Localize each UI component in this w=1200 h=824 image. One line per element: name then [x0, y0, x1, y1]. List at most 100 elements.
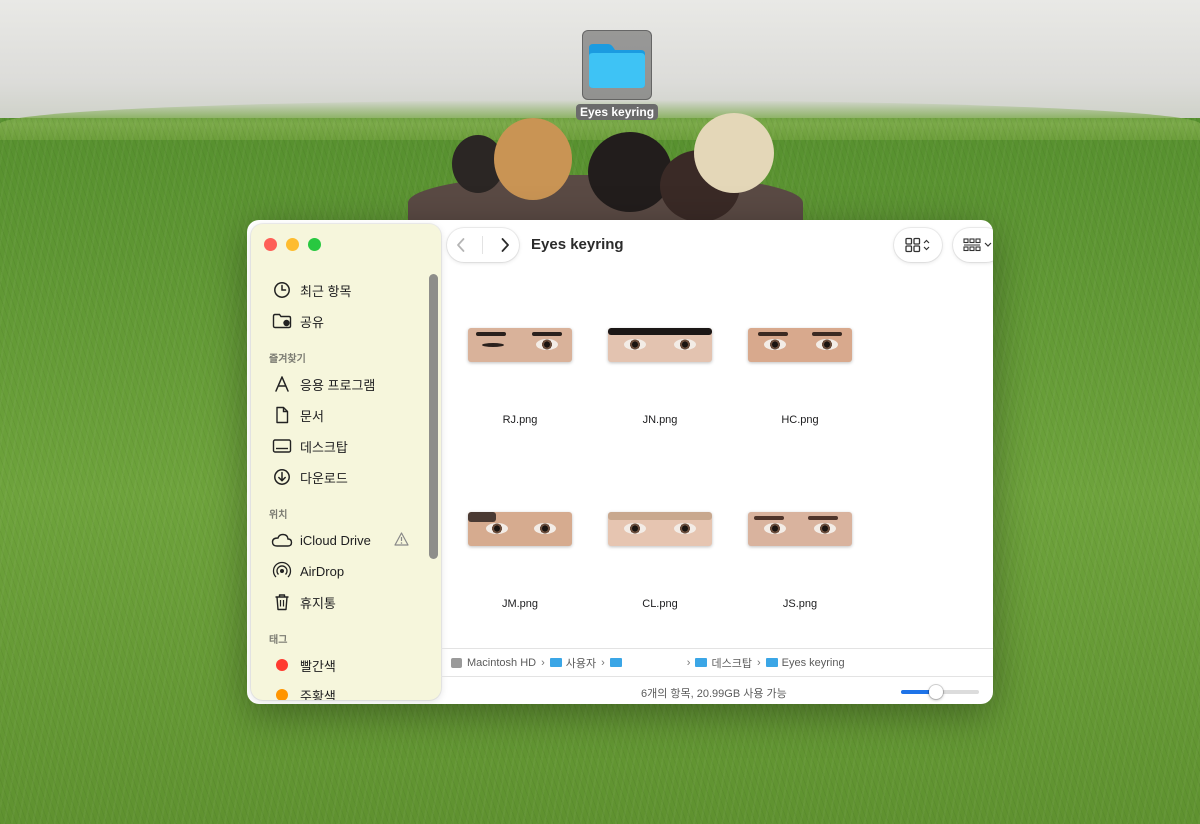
sidebar-item-label: iCloud Drive: [300, 532, 371, 548]
sidebar-item-recents[interactable]: 최근 항목: [271, 279, 351, 301]
file-name: CL.png: [642, 598, 678, 610]
sidebar-item-icloud-drive[interactable]: iCloud Drive: [271, 529, 371, 551]
close-button[interactable]: [264, 238, 277, 251]
image-thumbnail: [748, 512, 852, 546]
image-thumbnail: [468, 512, 572, 546]
window-title: Eyes keyring: [531, 236, 624, 253]
path-segment[interactable]: 데스크탑: [695, 655, 752, 671]
chevron-right-icon: ›: [756, 656, 761, 669]
image-thumbnail: [468, 328, 572, 362]
navigation-buttons: [447, 228, 519, 262]
clock-icon: [271, 279, 293, 301]
sidebar-item-applications[interactable]: 응용 프로그램: [271, 373, 375, 395]
sidebar-item-shared[interactable]: 공유: [271, 310, 324, 332]
wallpaper-head: [494, 118, 572, 200]
download-icon: [271, 466, 293, 488]
locations-heading: 위치: [269, 510, 288, 521]
sidebar: 최근 항목 공유 즐겨찾기 응용 프로그램 문서 데스크탑 다운로드 위치 iC…: [251, 224, 441, 700]
sidebar-item-label: 빨간색: [300, 658, 336, 674]
path-label: Eyes keyring: [781, 656, 845, 669]
tag-color-dot: [271, 654, 293, 676]
sidebar-item-label: 다운로드: [300, 470, 348, 486]
folder-icon: [765, 658, 778, 667]
status-bar: 6개의 항목, 20.99GB 사용 가능: [441, 676, 993, 704]
sidebar-item-tag-red[interactable]: 빨간색: [271, 654, 336, 676]
path-label: 데스크탑: [711, 657, 752, 670]
document-icon: [271, 404, 293, 426]
file-name: JS.png: [782, 598, 818, 610]
shared-folder-icon: [271, 310, 293, 332]
file-item[interactable]: JN.png: [590, 328, 730, 426]
status-text: 6개의 항목, 20.99GB 사용 가능: [641, 688, 787, 700]
sidebar-item-label: 문서: [300, 408, 324, 424]
wallpaper-head: [588, 132, 672, 212]
sidebar-item-documents[interactable]: 문서: [271, 404, 324, 426]
slider-knob[interactable]: [929, 685, 944, 699]
favorites-heading: 즐겨찾기: [269, 354, 306, 365]
folder-icon: [609, 658, 622, 667]
sidebar-item-label: 주황색: [300, 688, 336, 701]
nav-divider: [482, 236, 484, 254]
sidebar-scrollbar[interactable]: [429, 274, 438, 559]
sidebar-item-label: 응용 프로그램: [300, 377, 376, 393]
chevron-right-icon: ›: [541, 656, 545, 669]
sidebar-item-downloads[interactable]: 다운로드: [271, 466, 348, 488]
chevron-right-icon: ›: [686, 656, 691, 669]
sidebar-item-trash[interactable]: 휴지통: [271, 591, 336, 613]
cloud-icon: [271, 529, 293, 551]
folder-icon: [695, 658, 708, 667]
file-name: RJ.png: [502, 414, 538, 426]
path-segment[interactable]: Eyes keyring: [765, 656, 845, 669]
file-name: JN.png: [642, 414, 678, 426]
file-item[interactable]: HC.png: [730, 328, 870, 426]
file-name: JM.png: [501, 598, 539, 610]
image-thumbnail: [748, 328, 852, 362]
file-item[interactable]: CL.png: [590, 512, 730, 610]
path-segment[interactable]: Macintosh HD: [451, 657, 536, 669]
chevron-left-icon[interactable]: [455, 237, 467, 253]
image-thumbnail: [608, 328, 712, 362]
airdrop-icon: [271, 560, 293, 582]
warning-icon: [394, 532, 409, 551]
path-segment[interactable]: 사용자: [549, 655, 597, 671]
path-bar: Macintosh HD › 사용자 › › 데스크탑 › Eyes keyri…: [441, 648, 993, 676]
sidebar-item-desktop[interactable]: 데스크탑: [271, 435, 348, 457]
desktop-folder-label: Eyes keyring: [576, 104, 659, 120]
folder-icon: [549, 658, 562, 667]
file-item[interactable]: JS.png: [730, 512, 870, 610]
tag-color-dot: [271, 684, 293, 700]
group-by-button[interactable]: [953, 228, 993, 262]
path-label: 사용자: [565, 657, 597, 670]
sidebar-item-label: AirDrop: [300, 563, 345, 579]
folder-icon: [582, 30, 652, 100]
minimize-button[interactable]: [286, 238, 299, 251]
desktop-folder-eyes-keyring[interactable]: Eyes keyring: [576, 30, 659, 121]
tags-heading: 태그: [269, 635, 288, 646]
sidebar-item-airdrop[interactable]: AirDrop: [271, 560, 344, 582]
view-mode-button[interactable]: [894, 228, 942, 262]
icon-size-slider[interactable]: [901, 685, 979, 699]
image-thumbnail: [608, 512, 712, 546]
file-name: HC.png: [781, 414, 819, 426]
wallpaper-head: [694, 113, 774, 193]
grid-view-icon: [905, 237, 931, 253]
applications-icon: [271, 373, 293, 395]
desktop-icon: [271, 435, 293, 457]
window-controls: [264, 238, 321, 251]
sidebar-item-label: 휴지통: [300, 595, 336, 611]
toolbar: Eyes keyring: [441, 220, 993, 270]
file-item[interactable]: JM.png: [450, 512, 590, 610]
hard-drive-icon: [451, 657, 462, 668]
chevron-right-icon[interactable]: [499, 237, 511, 253]
path-label: Macintosh HD: [467, 656, 537, 669]
group-by-icon: [963, 238, 993, 252]
file-item[interactable]: RJ.png: [450, 328, 590, 426]
sidebar-item-label: 데스크탑: [300, 439, 348, 455]
path-segment[interactable]: [609, 658, 682, 667]
finder-window: 최근 항목 공유 즐겨찾기 응용 프로그램 문서 데스크탑 다운로드 위치 iC…: [247, 220, 993, 704]
sidebar-item-tag-orange[interactable]: 주황색: [271, 684, 336, 700]
zoom-button[interactable]: [308, 238, 321, 251]
sidebar-item-label: 공유: [300, 314, 324, 330]
chevron-right-icon: ›: [601, 656, 605, 669]
sidebar-item-label: 최근 항목: [300, 283, 352, 299]
